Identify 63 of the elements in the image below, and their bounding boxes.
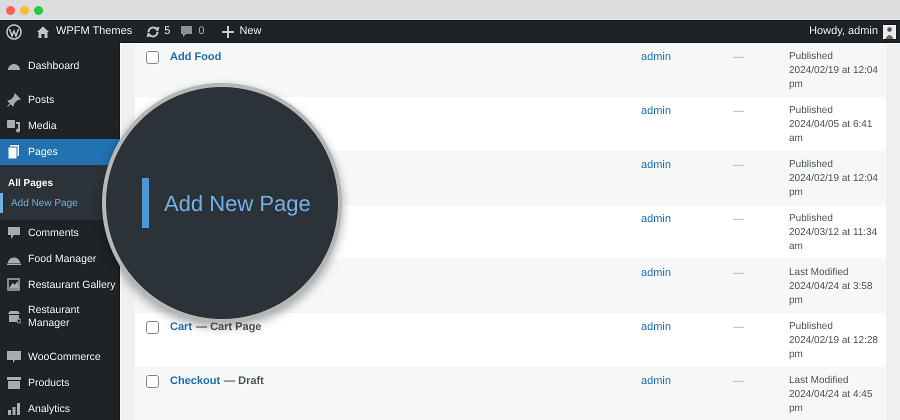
magnified-menu-label: Add New Page <box>164 190 311 218</box>
post-date: 2024/04/24 at 3:58 pm <box>789 280 874 308</box>
post-status: Last Modified <box>789 374 850 388</box>
row-checkbox[interactable] <box>146 51 159 64</box>
pin-icon <box>7 93 21 107</box>
home-icon <box>36 24 50 38</box>
author-link[interactable]: admin <box>641 159 671 171</box>
menu-item[interactable]: Dashboard <box>0 53 120 79</box>
highlight-bar <box>142 178 149 228</box>
comment-count: — <box>733 213 744 225</box>
speech-bubble-icon <box>180 25 194 38</box>
comments-count[interactable]: 0 <box>198 23 204 40</box>
comment-count: — <box>733 375 744 387</box>
author-link[interactable]: admin <box>641 321 671 333</box>
site-name-link[interactable]: WPFM Themes <box>56 23 132 40</box>
menu-item[interactable]: Products <box>0 370 120 396</box>
avatar-icon <box>883 24 896 38</box>
page-title-link[interactable]: Checkout <box>170 374 220 389</box>
comment-count: — <box>733 321 744 333</box>
post-date: 2024/02/19 at 12:04 pm <box>789 172 879 200</box>
row-checkbox[interactable] <box>146 375 159 388</box>
post-status: Published <box>789 158 834 172</box>
gallery-icon <box>7 278 21 292</box>
row-checkbox[interactable] <box>146 321 159 334</box>
post-status: Published <box>789 104 834 118</box>
post-date: 2024/02/19 at 12:04 pm <box>789 64 879 92</box>
speech-bubble-icon <box>7 226 21 240</box>
post-status: Published <box>789 212 834 226</box>
store-icon <box>7 310 21 324</box>
comment-count: — <box>733 105 744 117</box>
new-content-link[interactable]: New <box>239 23 262 40</box>
comment-count: — <box>733 267 744 279</box>
greeting-link[interactable]: Howdy, admin <box>809 23 878 40</box>
comment-count: — <box>733 159 744 171</box>
menu-item[interactable]: WooCommerce <box>0 344 120 370</box>
post-date: 2024/02/19 at 12:28 pm <box>789 334 879 362</box>
archive-box-icon <box>7 376 21 390</box>
menu-item[interactable]: Pages <box>0 139 120 165</box>
menu-item[interactable]: Analytics <box>0 396 120 420</box>
author-link[interactable]: admin <box>641 375 671 387</box>
post-status: Last Modified <box>789 266 850 280</box>
shop-bubble-icon <box>7 350 21 364</box>
page-title-link[interactable]: Add Food <box>170 50 222 65</box>
post-state: — Cart Page <box>196 320 262 335</box>
wordpress-logo-icon <box>6 24 22 40</box>
author-link[interactable]: admin <box>641 105 671 117</box>
bar-chart-icon <box>7 402 21 416</box>
post-date: 2024/04/05 at 6:41 am <box>789 118 874 146</box>
plus-icon <box>222 26 234 38</box>
pages-icon <box>7 145 21 159</box>
post-status: Published <box>789 50 834 64</box>
post-state: — Draft <box>224 374 264 389</box>
author-link[interactable]: admin <box>641 213 671 225</box>
post-date: 2024/03/12 at 11:34 am <box>789 226 878 254</box>
author-link[interactable]: admin <box>641 267 671 279</box>
media-icon <box>7 119 21 133</box>
updates-count[interactable]: 5 <box>164 23 170 40</box>
author-link[interactable]: admin <box>641 51 671 63</box>
comment-count: — <box>733 51 744 63</box>
post-date: 2024/04/24 at 4:45 pm <box>789 388 874 416</box>
page-title-link[interactable]: Cart <box>170 320 192 335</box>
refresh-icon <box>146 24 160 38</box>
post-status: Published <box>789 320 834 334</box>
